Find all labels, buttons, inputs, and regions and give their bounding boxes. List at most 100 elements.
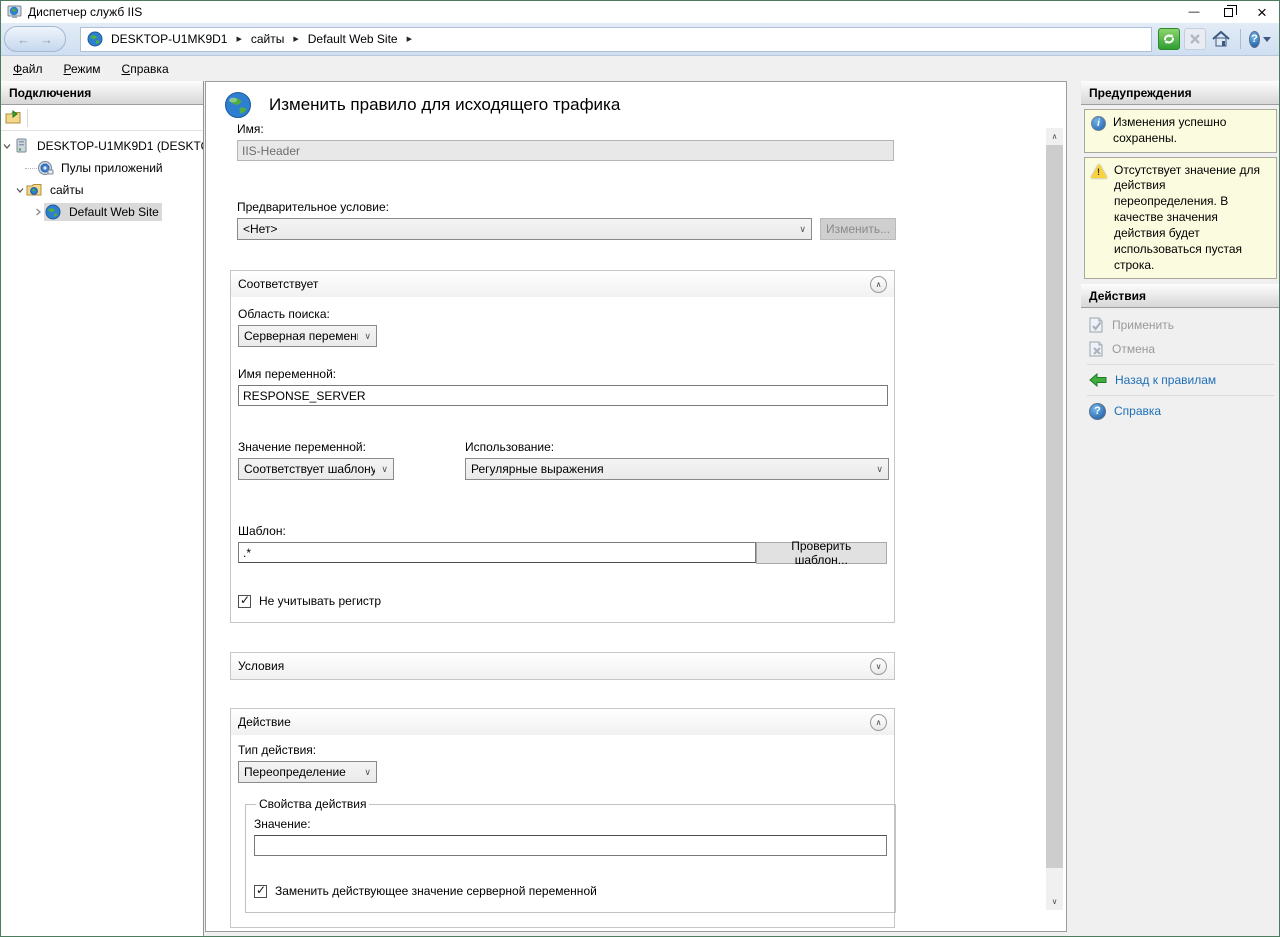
help-button[interactable]: ? [1249, 28, 1271, 50]
breadcrumb-arrow-icon[interactable]: ▶ [286, 35, 305, 43]
breadcrumb-arrow-icon[interactable]: ▶ [400, 35, 419, 43]
help-label: Справка [1114, 404, 1161, 418]
using-select[interactable]: Регулярные выражения ∨ [465, 458, 889, 480]
connections-toolbar [1, 105, 203, 131]
action-section-title: Действие [238, 715, 870, 729]
precondition-label: Предварительное условие: [237, 200, 1066, 214]
precondition-select[interactable]: <Нет> ∨ [237, 218, 812, 240]
vertical-scrollbar[interactable]: ∧ ∨ [1046, 128, 1063, 910]
application-pools-icon [37, 160, 54, 176]
body-area: Подключения [1, 81, 1279, 936]
action-type-select[interactable]: Переопределение ∨ [238, 761, 377, 783]
back-button[interactable]: ← [17, 32, 30, 47]
value-using-row: Значение переменной: Соответствует шабло… [238, 440, 887, 480]
name-input [237, 140, 894, 161]
scroll-up-icon[interactable]: ∧ [1046, 128, 1063, 145]
app-icon [7, 4, 23, 20]
action-properties-group: Свойства действия Значение: ✓ Заменить д… [245, 797, 896, 913]
cancel-icon [1089, 341, 1104, 357]
menu-help-accel: С [122, 62, 131, 76]
breadcrumb-sites[interactable]: сайты [249, 32, 287, 46]
tree-item-sites[interactable]: сайты [1, 179, 203, 201]
main-content-panel: Изменить правило для исходящего трафика … [205, 81, 1067, 932]
alert-info-text: Изменения успешно сохранены. [1113, 115, 1270, 147]
refresh-button[interactable] [1158, 28, 1180, 50]
stop-icon [1189, 33, 1201, 45]
globe-icon[interactable] [87, 31, 103, 47]
save-connection-icon[interactable] [5, 110, 21, 125]
action-type-label: Тип действия: [238, 743, 887, 757]
chevron-down-icon[interactable] [14, 185, 26, 195]
value-input[interactable] [254, 835, 887, 856]
page-header: Изменить правило для исходящего трафика [206, 82, 1066, 119]
using-label: Использование: [465, 440, 889, 454]
ignore-case-checkbox[interactable]: ✓ [238, 595, 251, 608]
breadcrumb-default-web-site[interactable]: Default Web Site [306, 32, 400, 46]
actions-separator [1087, 395, 1274, 396]
precondition-edit-button: Изменить... [820, 218, 896, 240]
address-bar-buttons: ? [1158, 28, 1271, 50]
conditions-section-header[interactable]: Условия ∨ [231, 653, 894, 679]
scroll-down-icon[interactable]: ∨ [1046, 893, 1063, 910]
action-type-value: Переопределение [244, 765, 358, 779]
breadcrumb-arrow-icon[interactable]: ▶ [229, 35, 248, 43]
variable-name-label: Имя переменной: [238, 367, 887, 381]
collapse-chevron-icon[interactable]: ∧ [870, 276, 887, 293]
replace-checkbox[interactable]: ✓ [254, 885, 267, 898]
tree-item-server[interactable]: DESKTOP-U1MK9D1 (DESKTOP-U1MK9D1 [1, 135, 203, 157]
actions-separator [1087, 364, 1274, 365]
tree-item-default-web-site-label: Default Web Site [66, 203, 162, 221]
variable-name-input[interactable] [238, 385, 888, 406]
match-section-header[interactable]: Соответствует ∧ [231, 271, 894, 297]
navigation-pill: ← → [4, 26, 66, 52]
back-to-rules-link[interactable]: Назад к правилам [1087, 368, 1274, 392]
page-title: Изменить правило для исходящего трафика [269, 95, 620, 115]
menu-file-rest: айл [22, 62, 42, 76]
forward-button[interactable]: → [40, 32, 53, 47]
help-icon: ? [1089, 403, 1106, 420]
stop-button[interactable] [1184, 28, 1206, 50]
scope-select[interactable]: Серверная переменн ∨ [238, 325, 377, 347]
scrollbar-thumb[interactable] [1046, 145, 1063, 868]
chevron-right-icon[interactable] [32, 207, 44, 217]
action-properties-legend: Свойства действия [256, 797, 369, 811]
menu-view-accel: Р [64, 62, 71, 76]
menu-file[interactable]: Файл [4, 59, 52, 79]
close-button[interactable]: × [1245, 1, 1279, 23]
action-section-header[interactable]: Действие ∧ [231, 709, 894, 735]
scope-value: Серверная переменн [244, 329, 358, 343]
scope-label: Область поиска: [238, 307, 887, 321]
menu-help[interactable]: Справка [113, 59, 178, 79]
help-link[interactable]: ? Справка [1087, 399, 1274, 423]
collapse-chevron-icon[interactable]: ∧ [870, 714, 887, 731]
right-panel: Предупреждения i Изменения успешно сохра… [1081, 81, 1280, 936]
home-button[interactable] [1210, 28, 1232, 50]
replace-label: Заменить действующее значение серверной … [275, 884, 597, 898]
chevron-down-icon [1263, 37, 1271, 42]
info-icon: i [1091, 116, 1106, 131]
actions-header: Действия [1081, 284, 1280, 308]
tree-item-default-web-site[interactable]: Default Web Site [1, 201, 203, 223]
chevron-down-icon[interactable] [1, 141, 13, 151]
match-section: Соответствует ∧ Область поиска: Серверна… [230, 270, 895, 623]
value-label: Значение: [254, 817, 887, 831]
breadcrumb-server[interactable]: DESKTOP-U1MK9D1 [109, 32, 229, 46]
expand-chevron-icon[interactable]: ∨ [870, 658, 887, 675]
maximize-button[interactable] [1211, 1, 1245, 23]
pattern-input[interactable] [238, 542, 756, 563]
chevron-down-icon: ∨ [364, 331, 371, 342]
minimize-button[interactable]: — [1177, 1, 1211, 23]
test-pattern-button[interactable]: Проверить шаблон... [756, 542, 887, 564]
menu-help-rest: правка [130, 62, 168, 76]
replace-row: ✓ Заменить действующее значение серверно… [254, 884, 887, 898]
iis-manager-window: Диспетчер служб IIS — × ← → DESKTOP-U1MK… [0, 0, 1280, 937]
chevron-down-icon: ∨ [799, 224, 806, 235]
check-icon: ✓ [240, 593, 250, 607]
sites-folder-icon [26, 182, 43, 198]
alert-warning: ! Отсутствует значение для действия пере… [1084, 157, 1277, 280]
menu-view[interactable]: Режим [55, 59, 110, 79]
variable-value-select[interactable]: Соответствует шаблону ∨ [238, 458, 394, 480]
action-section: Действие ∧ Тип действия: Переопределение… [230, 708, 895, 928]
tree-item-app-pools[interactable]: Пулы приложений [1, 157, 203, 179]
alert-warning-text: Отсутствует значение для действия переоп… [1114, 163, 1270, 274]
